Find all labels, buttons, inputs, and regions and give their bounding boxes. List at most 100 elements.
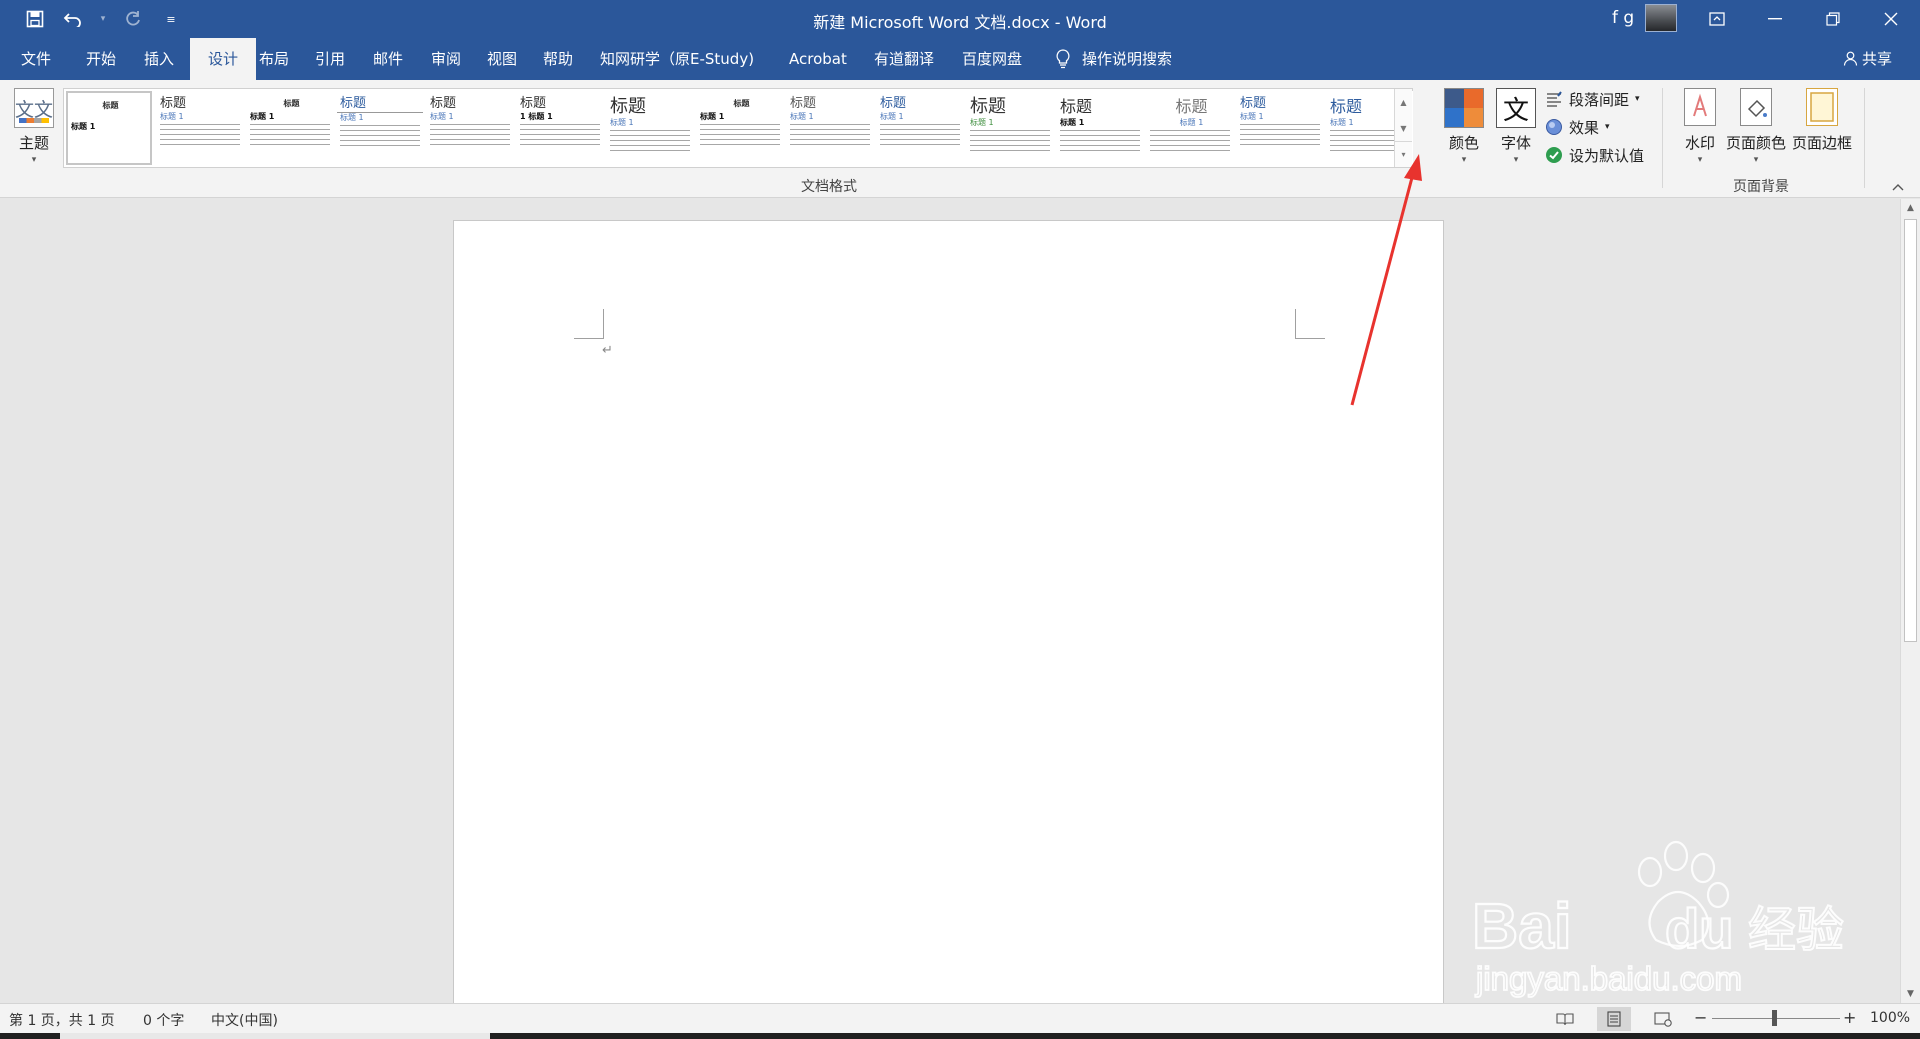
- tab-review[interactable]: 审阅: [427, 38, 465, 80]
- style-set-item[interactable]: 标题 标题 1: [787, 91, 873, 165]
- tab-file[interactable]: 文件: [17, 38, 55, 80]
- style-set-item[interactable]: 标题 标题 1: [607, 91, 693, 165]
- style-set-item[interactable]: 标题 标题 1: [337, 91, 423, 165]
- effects-icon: [1545, 118, 1563, 136]
- word-count[interactable]: 0 个字: [143, 1010, 184, 1030]
- style-set-item[interactable]: 标题 标题 1: [427, 91, 513, 165]
- style-set-item[interactable]: 标题 1 标题 1: [517, 91, 603, 165]
- tab-references[interactable]: 引用: [311, 38, 349, 80]
- tab-mailings[interactable]: 邮件: [369, 38, 407, 80]
- palette-icon: [1444, 88, 1484, 128]
- tab-youdao-translate[interactable]: 有道翻译: [870, 38, 938, 80]
- page-count[interactable]: 第 1 页，共 1 页: [9, 1010, 115, 1030]
- watermark-button[interactable]: 水印 ▾: [1684, 88, 1716, 165]
- save-icon[interactable]: [22, 6, 48, 32]
- style-set-item[interactable]: 标题 标题 1: [247, 91, 333, 165]
- page-color-button[interactable]: 页面颜色 ▾: [1726, 88, 1786, 165]
- page-borders-button[interactable]: 页面边框: [1792, 88, 1852, 153]
- document-page[interactable]: ↵: [453, 220, 1444, 1003]
- fonts-icon: 文: [1496, 88, 1536, 128]
- palette-swatch: [1464, 108, 1483, 127]
- document-workspace: ↵: [0, 199, 1900, 1003]
- style-set-item[interactable]: 标题 标题 1: [157, 91, 243, 165]
- vertical-scrollbar[interactable]: ▲ ▼: [1900, 199, 1920, 1003]
- style-set-item[interactable]: 标题 标题 1: [1057, 91, 1143, 165]
- user-name[interactable]: f g: [1612, 8, 1634, 28]
- chevron-down-icon: ▾: [31, 155, 37, 165]
- style-set-item[interactable]: 标题 标题 1: [1237, 91, 1323, 165]
- close-icon[interactable]: [1862, 0, 1920, 38]
- tab-acrobat[interactable]: Acrobat: [785, 38, 851, 80]
- chevron-down-icon: ▾: [1513, 155, 1519, 165]
- zoom-out-button[interactable]: −: [1694, 1008, 1707, 1027]
- zoom-slider-thumb[interactable]: [1772, 1010, 1777, 1026]
- scrollbar-thumb[interactable]: [1904, 219, 1917, 642]
- tab-view[interactable]: 视图: [483, 38, 521, 80]
- effects-button[interactable]: 效果 ▾: [1545, 116, 1644, 138]
- customize-qat-icon[interactable]: ≡: [158, 6, 184, 32]
- tell-me-search[interactable]: 操作说明搜索: [1052, 38, 1176, 80]
- style-set-item[interactable]: 标题 标题 1: [1147, 91, 1233, 165]
- palette-swatch: [1445, 89, 1464, 108]
- window-controls: [1688, 0, 1920, 38]
- avatar[interactable]: [1645, 4, 1677, 32]
- theme-options: 段落间距 ▾ 效果 ▾ 设为默认值: [1545, 88, 1644, 166]
- style-set-item[interactable]: 标题 标题 1: [877, 91, 963, 165]
- margin-corner-top-left: [574, 309, 604, 339]
- style-set-item[interactable]: 标题 标题 1: [967, 91, 1053, 165]
- taskbar-highlight: [60, 1033, 490, 1039]
- paragraph-spacing-button[interactable]: 段落间距 ▾: [1545, 88, 1644, 110]
- page-borders-icon: [1806, 88, 1838, 126]
- scroll-down-icon[interactable]: ▼: [1395, 115, 1412, 141]
- style-set-item[interactable]: 标题 标题 1: [697, 91, 783, 165]
- zoom-level[interactable]: 100%: [1870, 1010, 1910, 1026]
- chevron-down-icon: ▾: [1635, 94, 1640, 104]
- margin-corner-top-right: [1295, 309, 1325, 339]
- chevron-down-icon: ▾: [1753, 155, 1759, 165]
- share-button[interactable]: 共享: [1843, 38, 1892, 80]
- tab-e-study[interactable]: 知网研学（原E-Study): [596, 38, 758, 80]
- tab-design[interactable]: 设计: [190, 38, 257, 80]
- themes-button[interactable]: 文文 主题 ▾: [14, 88, 54, 165]
- zoom-in-button[interactable]: +: [1843, 1008, 1856, 1027]
- web-layout-icon[interactable]: [1646, 1007, 1680, 1031]
- tab-baidu-netdisk[interactable]: 百度网盘: [958, 38, 1026, 80]
- person-icon: [1843, 51, 1858, 66]
- checkmark-icon: [1545, 146, 1563, 164]
- gallery-more-icon[interactable]: ▾: [1395, 141, 1412, 167]
- tab-layout[interactable]: 布局: [255, 38, 293, 80]
- redo-icon[interactable]: [120, 6, 146, 32]
- print-layout-icon[interactable]: [1597, 1007, 1631, 1031]
- language-indicator[interactable]: 中文(中国): [211, 1010, 278, 1030]
- style-set-gallery: 标题 标题 1 标题 标题 1 标题 标题 1 标题 标题 1 标题 标题 1 …: [63, 88, 1413, 168]
- set-as-default-button[interactable]: 设为默认值: [1545, 144, 1644, 166]
- undo-dropdown-icon[interactable]: ▾: [98, 6, 108, 32]
- effects-label: 效果: [1569, 118, 1600, 137]
- fonts-button[interactable]: 文 字体 ▾: [1496, 88, 1536, 165]
- tab-insert[interactable]: 插入: [140, 38, 178, 80]
- restore-icon[interactable]: [1804, 0, 1862, 38]
- page-color-icon: [1740, 88, 1772, 126]
- colors-button[interactable]: 颜色 ▾: [1444, 88, 1484, 165]
- themes-label: 主题: [18, 134, 49, 152]
- watermark-label: 水印: [1684, 134, 1715, 152]
- style-set-item[interactable]: 标题 标题 1: [66, 91, 152, 165]
- title-bar: ▾ ≡ 新建 Microsoft Word 文档.docx - Word f g: [0, 0, 1920, 38]
- ribbon-tabs: 文件 开始 插入 设计 布局 引用 邮件 审阅 视图 帮助 知网研学（原E-St…: [0, 38, 1920, 80]
- read-mode-icon[interactable]: [1548, 1007, 1582, 1031]
- scroll-down-icon[interactable]: ▼: [1901, 985, 1920, 1003]
- tab-home[interactable]: 开始: [82, 38, 120, 80]
- undo-icon[interactable]: [60, 6, 86, 32]
- gallery-scrollbar: ▲ ▼ ▾: [1394, 89, 1412, 167]
- paragraph-spacing-label: 段落间距: [1569, 90, 1630, 109]
- group-label-document-formatting: 文档格式: [801, 179, 857, 195]
- chevron-down-icon: ▾: [1697, 155, 1703, 165]
- chevron-down-icon: ▾: [1605, 122, 1610, 132]
- ribbon-display-options-icon[interactable]: [1688, 0, 1746, 38]
- minimize-icon[interactable]: [1746, 0, 1804, 38]
- scroll-up-icon[interactable]: ▲: [1395, 89, 1412, 115]
- scroll-up-icon[interactable]: ▲: [1901, 199, 1920, 217]
- collapse-ribbon-icon[interactable]: [1892, 180, 1904, 194]
- palette-swatch: [1445, 108, 1464, 127]
- tab-help[interactable]: 帮助: [539, 38, 577, 80]
